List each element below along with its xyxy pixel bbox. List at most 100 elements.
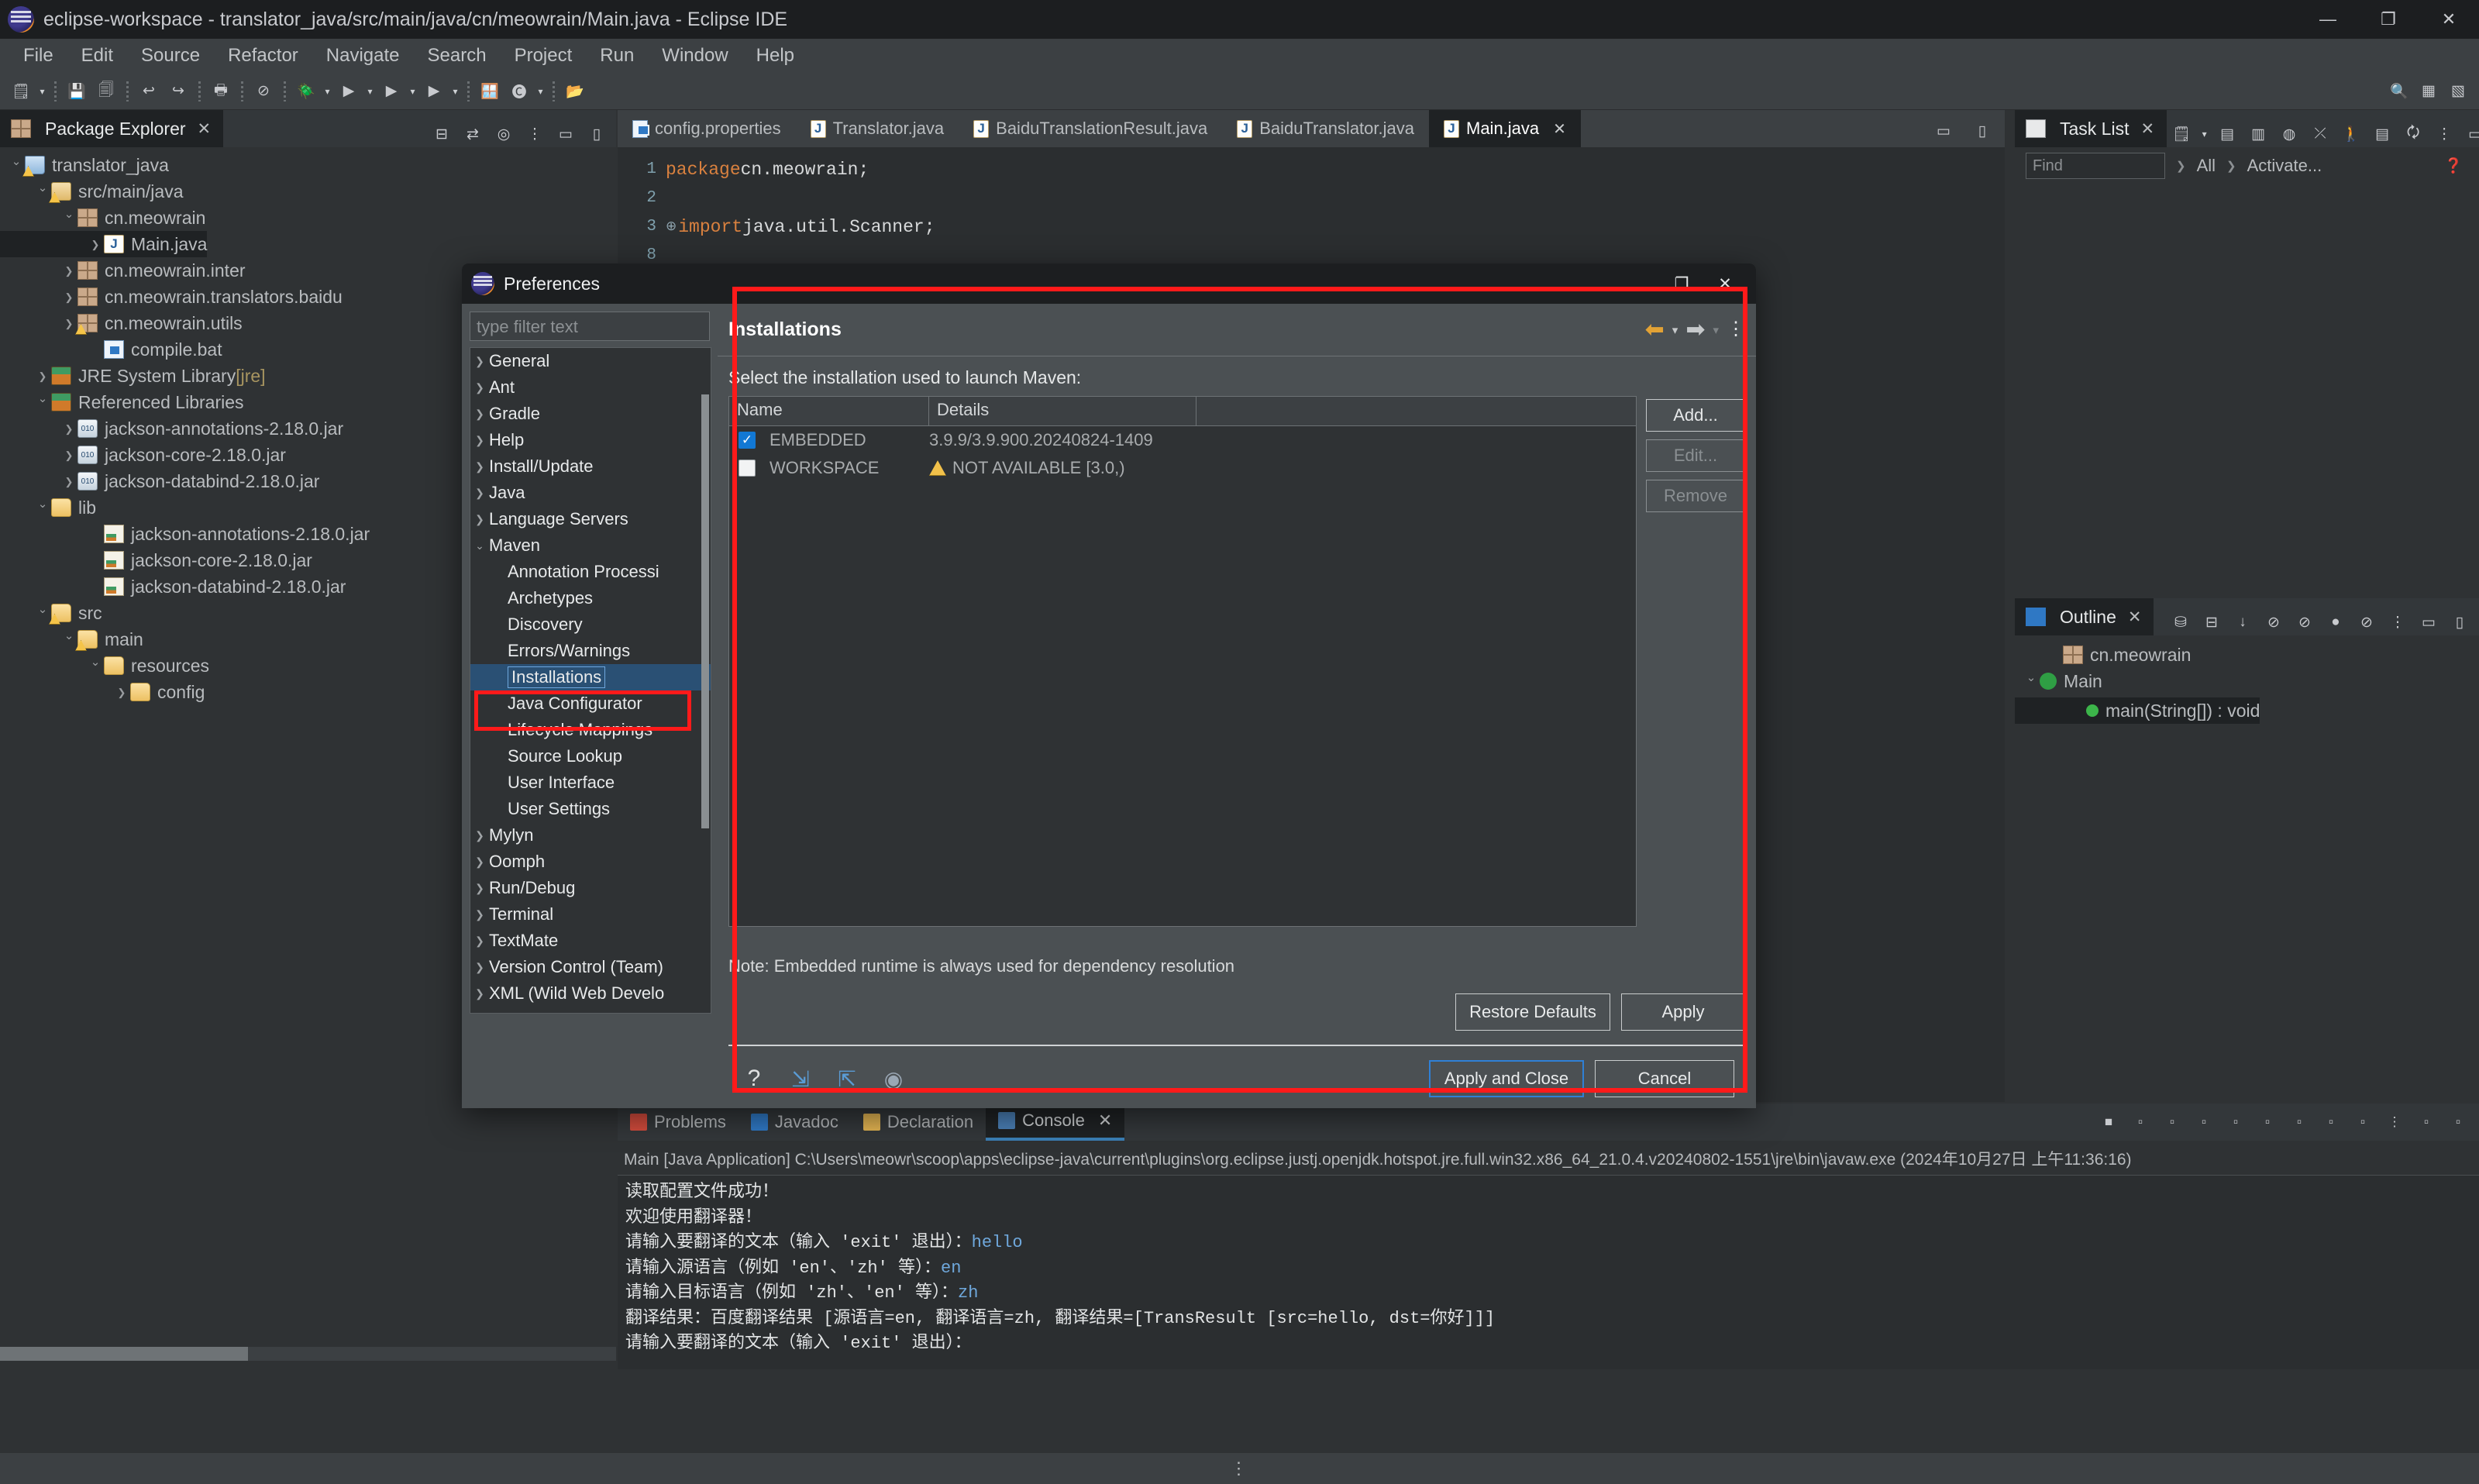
link-editor-icon[interactable]: ⇄ [460,121,486,147]
collapse-all-icon[interactable]: ⊟ [429,121,455,147]
open-type-icon[interactable]: 📂 [562,78,588,105]
preferences-tree-scrollbar[interactable] [701,394,709,828]
menu-item-file[interactable]: File [9,42,67,70]
chevron-right-icon[interactable] [60,475,77,488]
preferences-tree-item[interactable]: ❯Oomph [470,849,711,875]
close-icon[interactable]: ✕ [1098,1110,1112,1131]
minimize-view-icon[interactable]: ▭ [553,121,579,147]
minimize-button[interactable]: — [2298,0,2358,39]
console-tab[interactable]: Console✕ [986,1104,1124,1141]
console-output[interactable]: 读取配置文件成功！欢迎使用翻译器！请输入要翻译的文本（输入 'exit' 退出）… [618,1176,2479,1369]
save-all-icon[interactable]: 🗐 [93,78,119,105]
preferences-close-button[interactable]: ✕ [1703,263,1747,304]
preferences-tree-item[interactable]: ❯Terminal [470,901,711,928]
chevron-down-icon[interactable] [60,632,77,646]
preferences-tree-item[interactable]: ❯TextMate [470,928,711,954]
tree-item[interactable]: translator_java [0,152,616,178]
minimize-view-icon[interactable]: ▭ [2415,609,2442,635]
forward-dropdown-icon[interactable]: ▾ [1713,323,1719,337]
scrollbar-thumb[interactable] [0,1347,248,1361]
preferences-tree-item[interactable]: User Settings [470,796,711,822]
preferences-tree-item[interactable]: Installations [470,664,711,690]
preferences-category-tree[interactable]: ❯General❯Ant❯Gradle❯Help❯Install/Update❯… [470,347,711,1014]
preferences-tree-item[interactable]: Errors/Warnings [470,638,711,664]
preferences-tree-item[interactable]: ❯Java [470,480,711,506]
tree-item[interactable]: cn.meowrain [0,205,616,231]
search-icon[interactable]: 🔍 [2386,78,2412,105]
menu-item-project[interactable]: Project [501,42,587,70]
preferences-tree-item[interactable]: ❯Gradle [470,401,711,427]
preferences-tree-item[interactable]: ⌄Maven [470,532,711,559]
menu-item-source[interactable]: Source [127,42,214,70]
chevron-down-icon[interactable] [2023,674,2040,688]
editor-tab[interactable]: Translator.java [796,110,959,147]
run-dropdown-icon[interactable]: ▾ [363,78,377,105]
view-menu-icon[interactable]: ⋮ [522,121,548,147]
menu-item-run[interactable]: Run [586,42,648,70]
remove-launch-icon[interactable]: ▫ [2127,1109,2154,1135]
preferences-tree-item[interactable]: Archetypes [470,585,711,611]
chevron-right-icon[interactable]: ❯ [470,355,489,368]
save-icon[interactable]: 💾 [64,78,90,105]
chevron-right-icon[interactable] [60,422,77,436]
close-icon[interactable]: ✕ [2140,119,2154,139]
new-java-package-icon[interactable]: 🪟 [477,78,503,105]
preferences-tree-item[interactable]: ❯Run/Debug [470,875,711,901]
preferences-tree-item[interactable]: ❯Install/Update [470,453,711,480]
hide-local-types-icon[interactable]: ⊘ [2353,609,2380,635]
console-tab[interactable]: Javadoc [739,1104,851,1141]
export-icon[interactable]: ⇱ [834,1066,860,1092]
new-class-dropdown-icon[interactable]: ▾ [534,78,547,105]
restore-defaults-button[interactable]: Restore Defaults [1455,993,1610,1031]
new-wizard-icon[interactable]: 🗒 [8,78,34,105]
close-icon[interactable]: ✕ [198,119,212,139]
outline-item[interactable]: Main [2015,668,2479,694]
perspective-other-icon[interactable]: ▧ [2445,78,2471,105]
chevron-down-icon[interactable] [34,501,51,515]
tree-item[interactable]: Main.java [0,231,207,257]
maximize-view-icon[interactable]: ▯ [2446,609,2473,635]
hide-static-icon[interactable]: ⊘ [2291,609,2318,635]
chevron-down-icon[interactable] [60,211,77,225]
maximize-view-icon[interactable]: ▫ [2445,1109,2471,1135]
refresh-repositories-icon[interactable]: 🗘 [2400,121,2426,147]
redo-icon[interactable]: ↪ [165,78,191,105]
chevron-right-icon[interactable] [87,238,104,251]
chevron-right-icon[interactable]: ❯ [470,408,489,421]
sort-icon[interactable]: ↓ [2229,609,2256,635]
scheduled-presentation-icon[interactable]: ▥ [2245,121,2271,147]
column-header-details[interactable]: Details [929,397,1196,425]
clear-console-icon[interactable]: ▫ [2191,1109,2217,1135]
chevron-right-icon[interactable]: ❯ [470,908,489,921]
preferences-tree-item[interactable]: ❯General [470,348,711,374]
preferences-tree-item[interactable]: Annotation Processi [470,559,711,585]
chevron-right-icon[interactable]: ❯ [470,882,489,895]
new-task-icon[interactable]: 🗒 [2168,121,2195,147]
chevron-down-icon[interactable] [8,158,25,172]
menu-item-search[interactable]: Search [414,42,501,70]
coverage-dropdown-icon[interactable]: ▾ [406,78,419,105]
coverage-icon[interactable]: ▶ [378,78,405,105]
chevron-right-icon[interactable] [60,449,77,462]
chevron-right-icon[interactable] [60,291,77,304]
chevron-right-icon[interactable]: ❯ [470,856,489,869]
preferences-tree-item[interactable]: ❯Language Servers [470,506,711,532]
display-console-icon[interactable]: ▫ [2318,1109,2344,1135]
help-icon[interactable]: ? [741,1066,767,1092]
outline-item[interactable]: main(String[]) : void [2015,697,2260,724]
skip-breakpoints-icon[interactable]: ⊘ [250,78,277,105]
scroll-lock-icon[interactable]: ▫ [2222,1109,2249,1135]
chevron-right-icon[interactable]: ❯ [470,381,489,394]
maximize-view-icon[interactable]: ▯ [584,121,610,147]
editor-tab[interactable]: BaiduTranslationResult.java [959,110,1222,147]
close-button[interactable]: ✕ [2419,0,2479,39]
preferences-tree-item[interactable]: User Interface [470,770,711,796]
remove-all-launches-icon[interactable]: ▫ [2159,1109,2185,1135]
chevron-right-icon[interactable] [113,686,130,699]
terminate-icon[interactable]: ■ [2095,1109,2122,1135]
preferences-tree-item[interactable]: ❯Ant [470,374,711,401]
chevron-right-icon[interactable] [60,317,77,330]
close-icon[interactable]: ✕ [1553,119,1566,139]
chevron-right-icon[interactable]: ❯ [470,434,489,447]
task-filter-activate[interactable]: Activate... [2247,156,2322,176]
